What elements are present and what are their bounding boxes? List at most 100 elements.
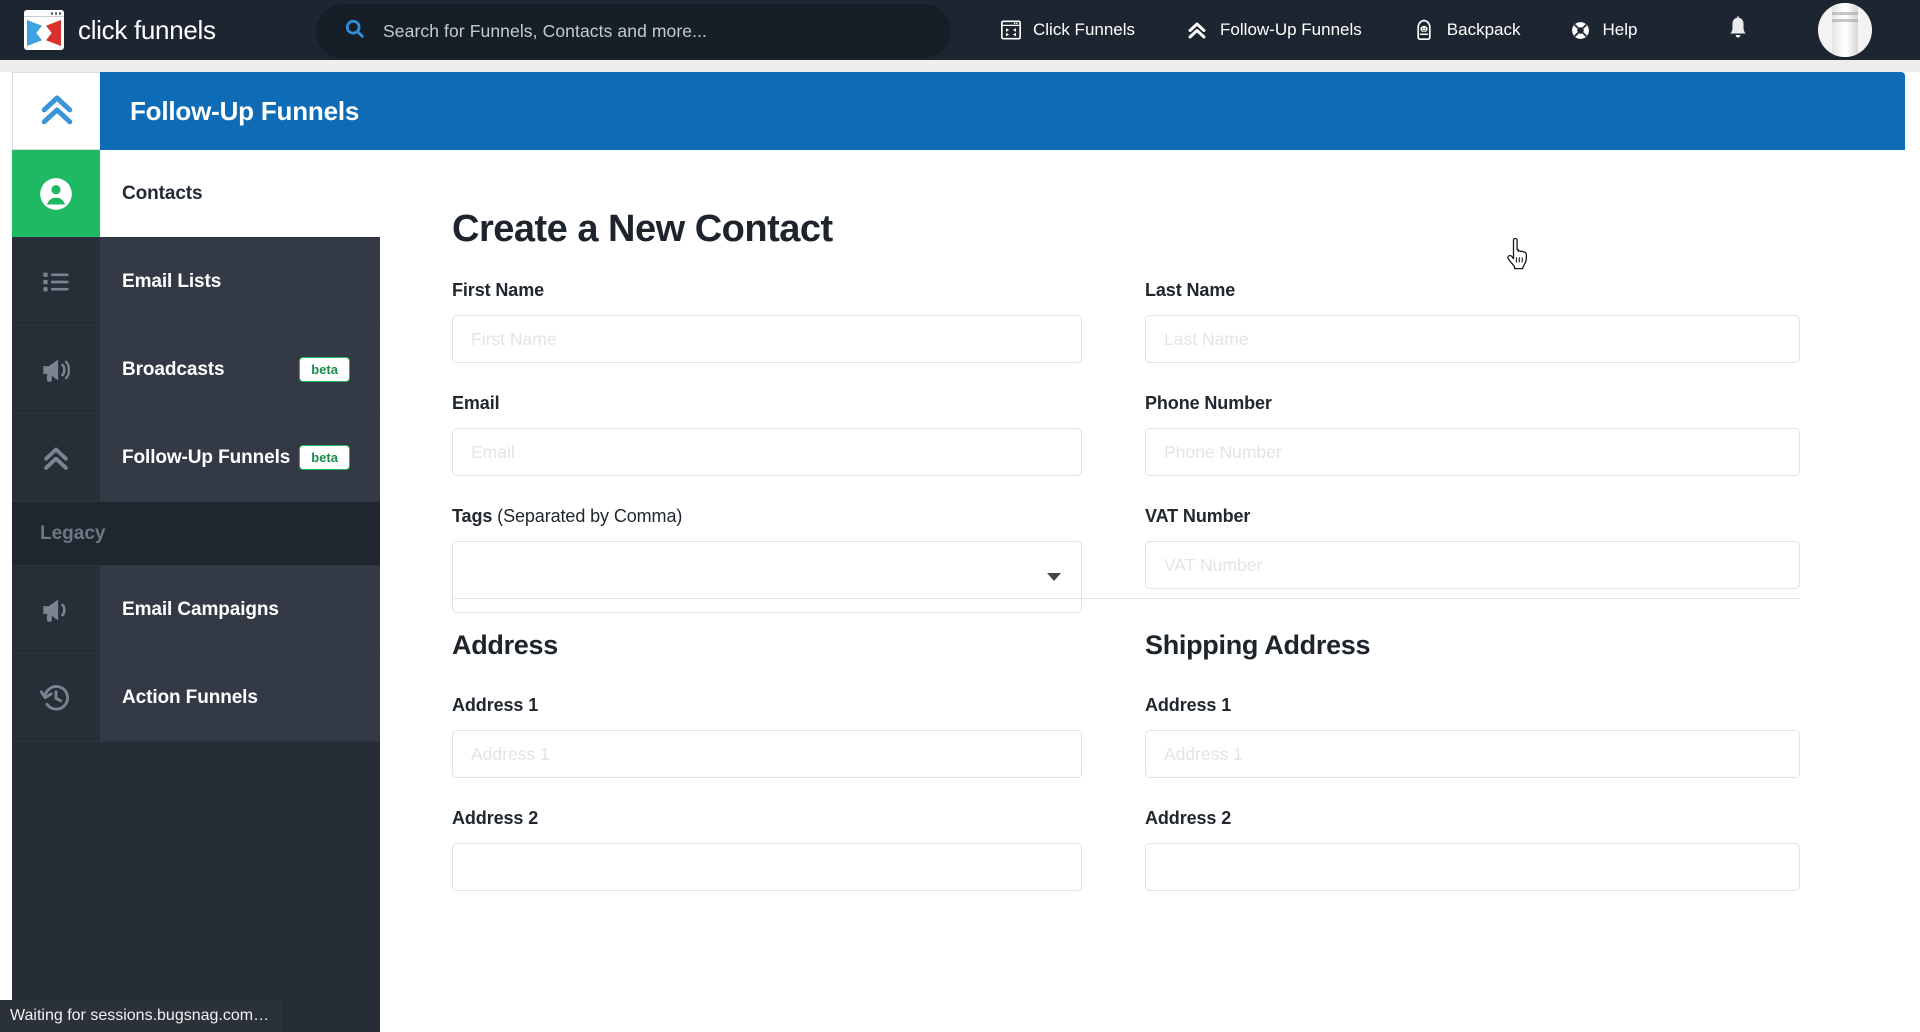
chevrons-up-icon <box>35 87 79 136</box>
vat-number-label: VAT Number <box>1145 506 1251 526</box>
field-last-name: Last Name <box>1145 280 1800 363</box>
field-email: Email <box>452 393 1082 476</box>
notifications-button[interactable] <box>1725 0 1751 60</box>
tags-label-sub: (Separated by Comma) <box>492 506 683 526</box>
first-name-label: First Name <box>452 280 545 300</box>
form-column-right: Last Name Phone Number VAT Number <box>1126 280 1800 643</box>
sidebar-item-label: Contacts <box>122 182 203 204</box>
sidebar-item-body: Broadcasts beta <box>100 326 380 413</box>
shipping-address-1-label: Address 1 <box>1145 695 1232 715</box>
shipping-address-1-input[interactable] <box>1145 730 1800 778</box>
sidebar-item-email-campaigns[interactable]: Email Campaigns <box>12 566 380 654</box>
last-name-label: Last Name <box>1145 280 1236 300</box>
clickfunnels-logo-icon <box>24 10 64 50</box>
page-header-title: Follow-Up Funnels <box>130 95 360 126</box>
header-bar: Follow-Up Funnels <box>100 72 1905 150</box>
shipping-address-section-title: Shipping Address <box>1145 630 1371 660</box>
field-first-name: First Name <box>452 280 1082 363</box>
sidebar-item-follow-up-funnels[interactable]: Follow-Up Funnels beta <box>12 414 380 502</box>
search-icon <box>344 18 365 44</box>
sidebar-item-body: Contacts <box>100 150 380 237</box>
field-phone-number: Phone Number <box>1145 393 1800 476</box>
field-address-1: Address 1 <box>452 695 1082 778</box>
address-sections: Address Address 1 Address 2 Shipping Add… <box>452 630 1800 921</box>
address-2-label: Address 2 <box>452 808 539 828</box>
user-circle-icon <box>12 150 100 237</box>
chevron-down-icon <box>1047 573 1061 581</box>
sidebar-item-body: Follow-Up Funnels beta <box>100 414 380 501</box>
search-input[interactable]: Search for Funnels, Contacts and more... <box>383 21 707 42</box>
megaphone-icon <box>12 326 100 413</box>
form-column-left: First Name Email Tags (Separated by Comm… <box>452 280 1126 643</box>
sidebar-item-label: Email Campaigns <box>122 598 279 620</box>
nav-follow-up-funnels[interactable]: Follow-Up Funnels <box>1185 18 1362 42</box>
header-logo-button[interactable] <box>12 72 100 150</box>
section-divider <box>452 598 1800 599</box>
shipping-address-2-input[interactable] <box>1145 843 1800 891</box>
nav-backpack[interactable]: Backpack <box>1412 18 1520 42</box>
sidebar-item-label: Email Lists <box>122 270 222 292</box>
bell-icon <box>1725 15 1751 46</box>
shipping-address-2-label: Address 2 <box>1145 808 1232 828</box>
vat-number-input[interactable] <box>1145 541 1800 589</box>
contact-form: First Name Email Tags (Separated by Comm… <box>452 280 1800 643</box>
sidebar: Contacts Email Lists Broadcasts beta Fol… <box>12 150 380 1032</box>
list-icon <box>12 238 100 325</box>
tags-label: Tags (Separated by Comma) <box>452 506 1082 527</box>
sidebar-section-legacy: Legacy <box>12 502 380 566</box>
address-1-input[interactable] <box>452 730 1082 778</box>
sidebar-item-label: Broadcasts <box>122 358 225 380</box>
global-search[interactable]: Search for Funnels, Contacts and more... <box>316 4 951 58</box>
field-vat-number: VAT Number <box>1145 506 1800 589</box>
sidebar-item-body: Action Funnels <box>100 654 380 741</box>
field-shipping-address-1: Address 1 <box>1145 695 1800 778</box>
lifebuoy-icon <box>1570 20 1591 41</box>
nav-label: Follow-Up Funnels <box>1220 20 1362 39</box>
sidebar-item-label: Follow-Up Funnels <box>122 446 291 468</box>
sidebar-section-label: Legacy <box>40 522 106 544</box>
phone-number-label: Phone Number <box>1145 393 1272 413</box>
status-bar-text: Waiting for sessions.bugsnag.com… <box>10 1007 270 1024</box>
status-badge: beta <box>299 357 350 382</box>
top-navbar: click funnels Search for Funnels, Contac… <box>0 0 1920 60</box>
tags-select[interactable] <box>452 541 1082 613</box>
megaphone-icon <box>12 566 100 653</box>
tags-label-main: Tags <box>452 506 493 526</box>
main-content: Create a New Contact First Name Email Ta… <box>380 150 1920 1032</box>
email-input[interactable] <box>452 428 1082 476</box>
sidebar-item-label: Action Funnels <box>122 686 258 708</box>
first-name-input[interactable] <box>452 315 1082 363</box>
brand-logo[interactable]: click funnels <box>24 10 216 50</box>
address-section: Address Address 1 Address 2 <box>452 630 1126 921</box>
history-icon <box>12 654 100 741</box>
phone-number-input[interactable] <box>1145 428 1800 476</box>
top-nav-links: Click Funnels Follow-Up Funnels Backpack… <box>1000 0 1637 60</box>
page-title: Create a New Contact <box>452 208 833 250</box>
chevrons-up-icon <box>12 414 100 501</box>
status-badge: beta <box>299 445 350 470</box>
avatar[interactable] <box>1818 3 1872 57</box>
field-tags: Tags (Separated by Comma) <box>452 506 1082 613</box>
brand-name: click funnels <box>78 14 216 45</box>
sidebar-item-broadcasts[interactable]: Broadcasts beta <box>12 326 380 414</box>
sidebar-item-body: Email Campaigns <box>100 566 380 653</box>
field-address-2: Address 2 <box>452 808 1082 891</box>
address-2-input[interactable] <box>452 843 1082 891</box>
shipping-address-section: Shipping Address Address 1 Address 2 <box>1126 630 1800 921</box>
sidebar-item-contacts[interactable]: Contacts <box>12 150 380 238</box>
address-1-label: Address 1 <box>452 695 539 715</box>
sidebar-item-action-funnels[interactable]: Action Funnels <box>12 654 380 742</box>
sidebar-item-email-lists[interactable]: Email Lists <box>12 238 380 326</box>
chevrons-up-icon <box>1185 18 1209 42</box>
nav-label: Help <box>1602 20 1638 39</box>
address-section-title: Address <box>452 630 558 660</box>
nav-click-funnels[interactable]: Click Funnels <box>1000 19 1135 41</box>
status-bar: Waiting for sessions.bugsnag.com… <box>0 1000 284 1032</box>
header-gap <box>0 60 1920 72</box>
backpack-icon <box>1412 18 1436 42</box>
last-name-input[interactable] <box>1145 315 1800 363</box>
nav-help[interactable]: Help <box>1570 20 1637 41</box>
email-label: Email <box>452 393 500 413</box>
app-header: Follow-Up Funnels <box>12 72 1905 150</box>
field-shipping-address-2: Address 2 <box>1145 808 1800 891</box>
